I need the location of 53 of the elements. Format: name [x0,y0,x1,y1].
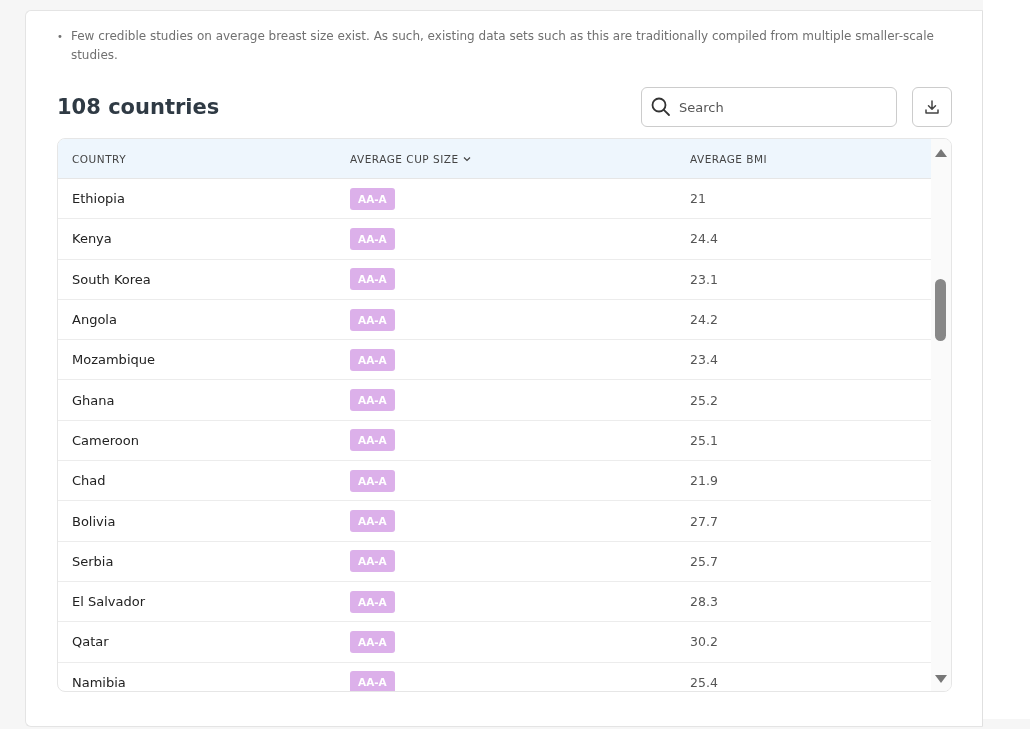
table-cell: 24.2 [690,312,718,328]
cup-size-tag: AA-A [350,227,395,250]
cup-size-tag: AA-A [350,187,395,210]
bullet-mark: • [57,30,63,44]
table-cell: 21 [690,191,706,207]
table-cell: Kenya [72,231,112,247]
table-cell: 23.4 [690,352,718,368]
cup-size-tag: AA-A [350,348,395,371]
cup-size-tag: AA-A [350,389,395,412]
table-cell: 27.7 [690,513,718,529]
table-cell: Ethiopia [72,191,125,207]
table-cell: Chad [72,473,106,489]
table-cell: 25.2 [690,392,718,408]
table-cell: South Korea [72,271,151,287]
table-cell: Serbia [72,553,114,569]
cup-size-tag: AA-A [350,590,395,613]
cup-size-tag: AA-A [350,550,395,573]
table-cell: Ghana [72,392,115,408]
note-text: Few credible studies on average breast size exist. As such, existing data sets such as this are traditionally compiled from multiple smaller-scale studies. [70,28,935,64]
table-cell: 21.9 [690,473,718,489]
table-cell: 30.2 [690,634,718,650]
table-cell: 25.1 [690,432,718,448]
table-cell: 25.7 [690,553,718,569]
search-field[interactable]: Search [641,87,897,127]
table-heading: 108 countries [57,95,220,119]
table-cell: 23.1 [690,271,718,287]
cup-size-tag: AA-A [350,308,395,331]
scroll-up-icon[interactable] [935,149,947,157]
cup-size-tag: AA-A [350,268,395,291]
table-cell: Angola [72,312,117,328]
cup-size-tag: AA-A [350,630,395,653]
table-cell: 24.4 [690,231,718,247]
cup-size-tag: AA-A [350,510,395,532]
scroll-down-icon[interactable] [935,675,947,683]
table-cell: Qatar [72,634,109,650]
cup-size-tag: AA-A [350,671,395,691]
table-cell: 28.3 [690,594,718,610]
column-header[interactable]: AVERAGE CUP SIZE [350,152,690,165]
chevron-down-icon [462,155,471,162]
table-cell: Mozambique [72,352,155,368]
column-header[interactable]: COUNTRY [58,152,350,165]
table-cell: Namibia [72,674,126,690]
table-cell: Bolivia [72,513,116,529]
download-icon [924,99,940,115]
column-header[interactable]: AVERAGE BMI [690,152,931,165]
download-button[interactable] [912,87,952,127]
scrollbar-thumb[interactable] [935,279,946,341]
table-cell: 25.4 [690,674,718,690]
table-cell: Cameroon [72,432,139,448]
scrollbar[interactable] [931,139,951,691]
table-cell: El Salvador [72,594,145,610]
cup-size-tag: AA-A [350,429,395,452]
cup-size-tag: AA-A [350,469,395,492]
